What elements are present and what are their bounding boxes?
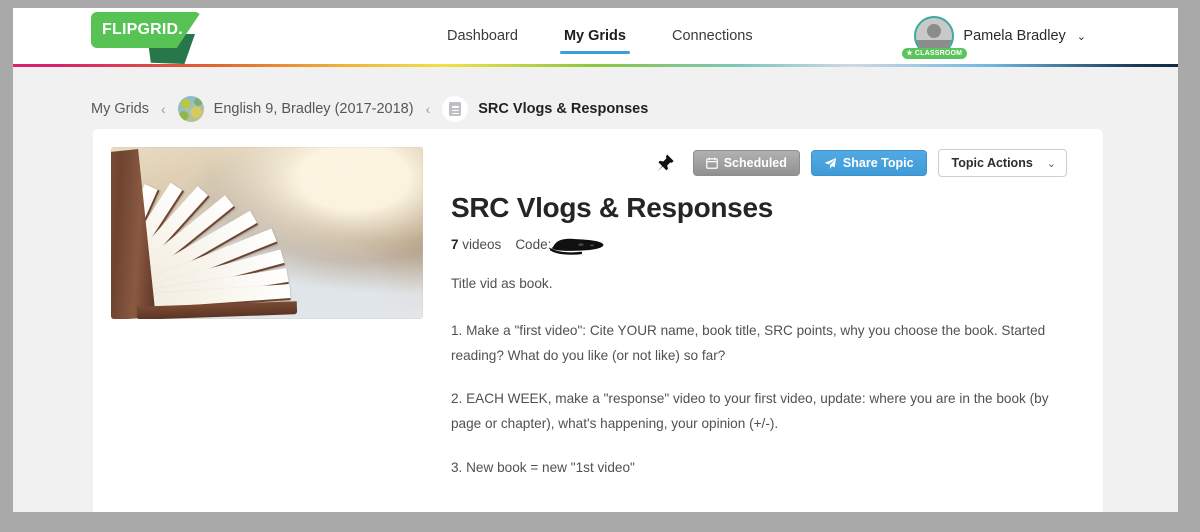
- breadcrumb: My Grids ‹ English 9, Bradley (2017-2018…: [13, 67, 1178, 129]
- video-count: 7: [451, 236, 459, 252]
- share-topic-button-label: Share Topic: [842, 156, 914, 170]
- topic-card-inner: Scheduled Share Topic Topic Actions ⌄ SR…: [93, 147, 1103, 498]
- star-icon: ★: [906, 50, 913, 57]
- pin-icon[interactable]: [654, 151, 676, 175]
- topic-paragraph-2: 2. EACH WEEK, make a "response" video to…: [451, 391, 1049, 432]
- chevron-down-icon: ⌄: [1046, 157, 1056, 170]
- breadcrumb-separator-2: ‹: [425, 101, 431, 117]
- document-glyph: [449, 102, 462, 116]
- chevron-down-icon[interactable]: ⌄: [1077, 30, 1086, 43]
- topic-paragraph-3: 3. New book = new "1st video": [451, 459, 635, 475]
- breadcrumb-separator-1: ‹: [161, 101, 166, 117]
- site-header: FLIPGRID. Dashboard My Grids Connections…: [13, 8, 1178, 64]
- main-nav: Dashboard My Grids Connections: [443, 8, 757, 64]
- scheduled-button[interactable]: Scheduled: [692, 150, 800, 176]
- classroom-badge: ★ CLASSROOM: [902, 48, 968, 59]
- user-menu[interactable]: ★ CLASSROOM Pamela Bradley ⌄: [902, 16, 1086, 59]
- screenshot-root: FLIPGRID. Dashboard My Grids Connections…: [0, 0, 1200, 532]
- scheduled-button-label: Scheduled: [723, 156, 787, 170]
- topic-card: Scheduled Share Topic Topic Actions ⌄ SR…: [93, 129, 1103, 512]
- topic-subtitle: Title vid as book.: [451, 275, 553, 291]
- topic-actions-label: Topic Actions: [951, 156, 1033, 170]
- avatar-container: ★ CLASSROOM: [902, 16, 968, 59]
- topic-actions-dropdown[interactable]: Topic Actions ⌄: [937, 149, 1067, 177]
- paper-plane-icon: [824, 157, 837, 169]
- user-name: Pamela Bradley: [963, 28, 1066, 44]
- calendar-icon: [705, 157, 718, 169]
- redacted-code: [550, 236, 604, 255]
- topic-body: Scheduled Share Topic Topic Actions ⌄ SR…: [423, 147, 1103, 498]
- breadcrumb-item-grid[interactable]: English 9, Bradley (2017-2018): [214, 101, 414, 117]
- nav-item-dashboard[interactable]: Dashboard: [443, 12, 522, 60]
- topic-paragraph-1: 1. Make a "first video": Cite YOUR name,…: [451, 322, 1046, 364]
- classroom-badge-label: CLASSROOM: [914, 50, 963, 57]
- videos-label: videos: [462, 236, 502, 252]
- browser-viewport: FLIPGRID. Dashboard My Grids Connections…: [13, 8, 1178, 512]
- redaction-scribble-icon: [550, 238, 604, 255]
- breadcrumb-item-topic: SRC Vlogs & Responses: [478, 101, 649, 117]
- logo-text: FLIPGRID.: [102, 21, 183, 38]
- topic-meta: 7 videos Code:: [451, 236, 1067, 255]
- topic-code-label: Code:: [515, 236, 552, 252]
- share-topic-button[interactable]: Share Topic: [810, 150, 927, 176]
- nav-item-connections[interactable]: Connections: [668, 12, 757, 60]
- avatar-head-shape: [927, 24, 942, 38]
- flipgrid-logo[interactable]: FLIPGRID.: [91, 12, 207, 66]
- page-title: SRC Vlogs & Responses: [451, 192, 774, 223]
- globe-icon: [177, 96, 204, 122]
- breadcrumb-item-my-grids[interactable]: My Grids: [91, 101, 149, 117]
- topic-actions-bar: Scheduled Share Topic Topic Actions ⌄: [451, 147, 1067, 179]
- topic-thumbnail[interactable]: [111, 147, 423, 319]
- document-icon: [442, 96, 469, 122]
- nav-item-my-grids[interactable]: My Grids: [559, 12, 631, 60]
